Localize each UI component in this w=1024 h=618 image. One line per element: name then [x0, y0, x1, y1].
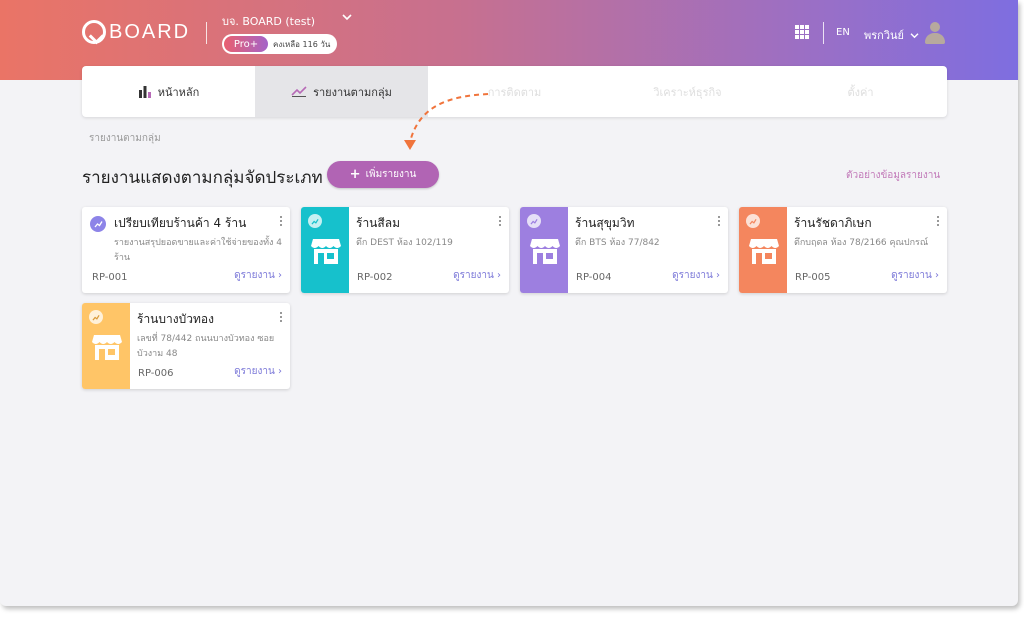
report-card[interactable]: ร้านสีลม ตึก DEST ห้อง 102/119 RP-002 ดู… — [301, 207, 509, 293]
tab-label: ตั้งค่า — [847, 85, 874, 99]
report-chart-icon — [89, 310, 103, 324]
card-title: ร้านรัชดาภิเษก — [794, 216, 872, 230]
chevron-right-icon: › — [497, 270, 501, 281]
report-code: RP-004 — [576, 272, 612, 283]
logo-text: BOARD — [109, 20, 191, 43]
card-subtitle: เลขที่ 78/442 ถนนบางบัวทอง ซอยบัวงาม 48 — [137, 334, 275, 359]
view-report-link[interactable]: ดูรายงาน › — [672, 268, 720, 283]
card-subtitle: ตึก BTS ห้อง 77/842 — [575, 238, 660, 248]
breadcrumb[interactable]: รายงานตามกลุ่ม — [89, 131, 161, 146]
main-nav: หน้าหลัก รายงานตามกลุ่ม การติดตาม วิเครา… — [82, 66, 947, 117]
view-report-link[interactable]: ดูรายงาน › — [891, 268, 939, 283]
more-vertical-icon[interactable] — [718, 216, 720, 226]
page-title: รายงานแสดงตามกลุ่มจัดประเภท — [82, 168, 323, 188]
chevron-right-icon: › — [278, 366, 282, 377]
add-report-label: เพิ่มรายงาน — [365, 169, 417, 180]
tab-label: รายงานตามกลุ่ม — [313, 85, 392, 99]
apps-grid-icon[interactable] — [795, 25, 809, 39]
view-report-label: ดูรายงาน — [234, 366, 275, 377]
tab-settings[interactable]: ตั้งค่า — [774, 66, 947, 117]
user-name: พรกวินย์ — [864, 29, 904, 42]
chevron-right-icon: › — [935, 270, 939, 281]
store-icon — [311, 239, 341, 264]
plan-status[interactable]: Pro+ คงเหลือ 116 วัน — [222, 34, 337, 54]
report-code: RP-005 — [795, 272, 831, 283]
more-vertical-icon[interactable] — [280, 216, 282, 226]
board-logo[interactable]: BOARD — [82, 20, 190, 44]
card-subtitle: ตึกบฤดล ห้อง 78/2166 คุณปกรณ์ — [794, 238, 929, 248]
card-body: ร้านสุขุมวิท ตึก BTS ห้อง 77/842 — [575, 214, 720, 251]
tab-business-analysis[interactable]: วิเคราะห์ธุรกิจ — [601, 66, 774, 117]
card-title: ร้านบางบัวทอง — [137, 312, 214, 326]
store-icon — [749, 239, 779, 264]
company-selector[interactable]: บจ. BOARD (test) — [222, 12, 315, 30]
more-vertical-icon[interactable] — [499, 216, 501, 226]
card-color-strip — [301, 207, 349, 293]
plus-icon: + — [349, 167, 361, 182]
view-report-link[interactable]: ดูรายงาน › — [234, 364, 282, 379]
card-subtitle: ตึก DEST ห้อง 102/119 — [356, 238, 453, 248]
card-title: ร้านสุขุมวิท — [575, 216, 635, 230]
card-title: ร้านสีลม — [356, 216, 400, 230]
chevron-right-icon: › — [716, 270, 720, 281]
app-window: BOARD บจ. BOARD (test) Pro+ คงเหลือ 116 … — [0, 0, 1018, 606]
report-chart-icon — [90, 216, 106, 232]
avatar[interactable] — [925, 22, 945, 44]
report-code: RP-001 — [92, 272, 128, 283]
card-body: เปรียบเทียบร้านค้า 4 ร้าน รายงานสรุปยอดข… — [114, 214, 282, 266]
tab-label: การติดตาม — [487, 85, 542, 99]
card-title: เปรียบเทียบร้านค้า 4 ร้าน — [114, 216, 247, 230]
view-report-label: ดูรายงาน — [453, 270, 494, 281]
card-body: ร้านบางบัวทอง เลขที่ 78/442 ถนนบางบัวทอง… — [137, 310, 282, 362]
chevron-right-icon: › — [278, 270, 282, 281]
more-vertical-icon[interactable] — [280, 312, 282, 322]
plan-remaining: คงเหลือ 116 วัน — [273, 39, 331, 49]
report-card[interactable]: เปรียบเทียบร้านค้า 4 ร้าน รายงานสรุปยอดข… — [82, 207, 290, 293]
report-chart-icon — [308, 214, 322, 228]
report-chart-icon — [527, 214, 541, 228]
card-subtitle: รายงานสรุปยอดขายและค่าใช้จ่ายของทั้ง 4 ร… — [114, 238, 282, 263]
trend-line-icon — [291, 86, 307, 97]
view-report-label: ดูรายงาน — [672, 270, 713, 281]
report-card[interactable]: ร้านบางบัวทอง เลขที่ 78/442 ถนนบางบัวทอง… — [82, 303, 290, 389]
card-body: ร้านสีลม ตึก DEST ห้อง 102/119 — [356, 214, 501, 251]
store-icon — [92, 335, 122, 360]
report-card[interactable]: ร้านรัชดาภิเษก ตึกบฤดล ห้อง 78/2166 คุณป… — [739, 207, 947, 293]
hint-arrow-icon — [404, 93, 489, 150]
card-body: ร้านรัชดาภิเษก ตึกบฤดล ห้อง 78/2166 คุณป… — [794, 214, 939, 251]
view-report-label: ดูรายงาน — [891, 270, 932, 281]
user-menu[interactable]: พรกวินย์ — [864, 26, 919, 44]
board-logo-icon — [82, 20, 106, 44]
view-report-label: ดูรายงาน — [234, 270, 275, 281]
card-color-strip — [520, 207, 568, 293]
plan-badge: Pro+ — [224, 36, 268, 52]
view-report-link[interactable]: ดูรายงาน › — [453, 268, 501, 283]
language-switch[interactable]: EN — [836, 27, 850, 38]
card-color-strip — [739, 207, 787, 293]
view-report-link[interactable]: ดูรายงาน › — [234, 268, 282, 283]
report-card[interactable]: ร้านสุขุมวิท ตึก BTS ห้อง 77/842 RP-004 … — [520, 207, 728, 293]
sample-data-link[interactable]: ตัวอย่างข้อมูลรายงาน — [846, 168, 940, 183]
report-code: RP-002 — [357, 272, 393, 283]
chevron-down-icon[interactable] — [342, 11, 352, 24]
store-icon — [530, 239, 560, 264]
header-divider — [823, 22, 824, 44]
more-vertical-icon[interactable] — [937, 216, 939, 226]
tab-label: หน้าหลัก — [157, 85, 200, 99]
add-report-button[interactable]: + เพิ่มรายงาน — [327, 161, 439, 188]
chevron-down-icon — [910, 33, 919, 39]
header-divider — [206, 22, 207, 44]
tab-label: วิเคราะห์ธุรกิจ — [653, 85, 722, 99]
report-chart-icon — [746, 214, 760, 228]
tab-home[interactable]: หน้าหลัก — [82, 66, 255, 117]
card-color-strip — [82, 303, 130, 389]
bar-chart-icon — [138, 85, 152, 98]
report-code: RP-006 — [138, 368, 174, 379]
